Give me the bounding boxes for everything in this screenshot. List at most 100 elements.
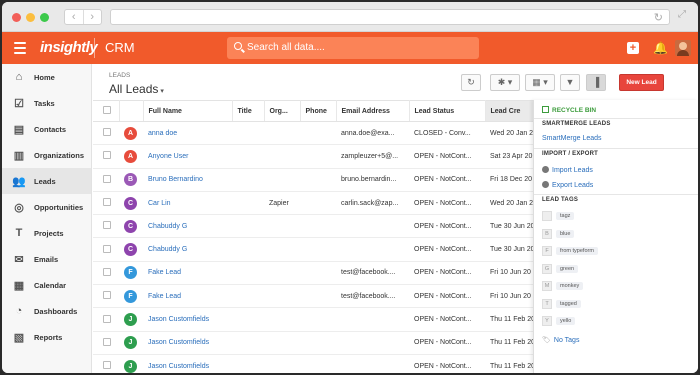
sidebar-item-label: Home: [34, 72, 55, 82]
global-search[interactable]: Search all data....: [227, 37, 479, 59]
row-checkbox[interactable]: [103, 337, 111, 346]
refresh-button[interactable]: ↻: [461, 74, 481, 91]
lead-name-link[interactable]: Fake Lead: [143, 284, 232, 309]
smartmerge-header: SMARTMERGE LEADS: [542, 121, 611, 127]
table-row[interactable]: C Chabuddy G OPEN - NotCont... Tue 30 Jun 2…: [93, 214, 533, 239]
column-header-phone[interactable]: Phone: [300, 100, 337, 122]
user-avatar[interactable]: [675, 40, 691, 56]
column-header-lead-created[interactable]: Lead Cre: [485, 100, 534, 122]
lead-name-link[interactable]: Bruno Bernardino: [143, 168, 232, 192]
view-selector[interactable]: All Leads ▾: [109, 82, 164, 96]
recycle-bin-link[interactable]: RECYCLE BIN: [542, 106, 596, 114]
table-row[interactable]: B Bruno Bernardino bruno.bernardin... OPEN …: [93, 168, 533, 192]
lead-name-link[interactable]: Car Lin: [143, 191, 232, 216]
smartmerge-leads-link[interactable]: SmartMerge Leads: [542, 135, 602, 142]
lead-name-link[interactable]: Chabuddy G: [143, 237, 232, 262]
lead-name-link[interactable]: Jason Customfields: [143, 331, 232, 355]
chevron-left-icon[interactable]: ‹: [65, 10, 84, 24]
sidebar-item-emails[interactable]: ✉ Emails: [2, 246, 91, 272]
chevron-right-icon[interactable]: ›: [84, 10, 102, 24]
sidebar-item-label: Calendar: [34, 280, 67, 290]
lead-tag-item[interactable]: Ffrom typeform: [542, 245, 598, 257]
table-row[interactable]: A Anyone User zampleuzer+5@... OPEN - NotCo…: [93, 144, 533, 169]
row-checkbox[interactable]: [103, 174, 111, 183]
row-checkbox[interactable]: [103, 128, 111, 137]
lead-name-link[interactable]: Jason Customfields: [143, 307, 232, 332]
row-checkbox[interactable]: [103, 198, 111, 207]
lead-name-link[interactable]: Anyone User: [143, 144, 232, 169]
lead-tag-item[interactable]: Ggreen: [542, 263, 579, 275]
column-header-full-name[interactable]: Full Name: [143, 100, 233, 122]
import-export-header: IMPORT / EXPORT: [542, 151, 599, 157]
row-checkbox[interactable]: [103, 361, 111, 370]
row-checkbox[interactable]: [103, 291, 111, 300]
settings-dropdown[interactable]: ✱ ▾: [490, 74, 520, 91]
no-tags-link[interactable]: 🏷 No Tags: [542, 336, 579, 344]
maximize-window-button[interactable]: [40, 13, 49, 22]
select-all-checkbox[interactable]: [103, 106, 111, 114]
table-row[interactable]: J Jason Customfields OPEN - NotCont... Thu …: [93, 331, 533, 355]
lead-tag-item[interactable]: Yyello: [542, 315, 576, 327]
lead-email-cell: bruno.bernardin...: [336, 168, 409, 192]
close-window-button[interactable]: [12, 13, 21, 22]
row-checkbox[interactable]: [103, 244, 111, 253]
columns-dropdown[interactable]: ▦ ▾: [525, 74, 555, 91]
add-new-icon[interactable]: +: [627, 42, 639, 54]
lead-name-link[interactable]: Fake Lead: [143, 261, 232, 286]
sidebar-item-dashboards[interactable]: ◔ Dashboards: [2, 298, 91, 324]
insightly-logo[interactable]: insightly: [40, 39, 98, 56]
tag-label: monkey: [556, 282, 584, 290]
sidebar-item-tasks[interactable]: ☑ Tasks: [2, 90, 91, 116]
divider: [534, 148, 698, 149]
lead-tag-item[interactable]: Mmonkey: [542, 280, 584, 292]
sidebar-item-home[interactable]: ⌂ Home: [2, 64, 91, 90]
lead-created-cell: Fri 10 Jun 20: [485, 261, 533, 286]
avatar-column-header: [119, 100, 144, 122]
sidebar-item-opportunities[interactable]: ◎ Opportunities: [2, 194, 91, 220]
filter-button[interactable]: ▼: [560, 74, 580, 91]
lead-tag-item[interactable]: tagz: [542, 210, 575, 222]
row-checkbox[interactable]: [103, 221, 111, 230]
avatar: A: [124, 126, 137, 140]
new-lead-button[interactable]: New Lead: [619, 74, 664, 91]
lead-tag-item[interactable]: Ttagged: [542, 298, 581, 310]
table-row[interactable]: J Jason Customfields OPEN - NotCont... Thu …: [93, 307, 533, 332]
row-checkbox[interactable]: [103, 314, 111, 323]
lead-tag-item[interactable]: Bblue: [542, 228, 575, 240]
sidebar-item-projects[interactable]: T Projects: [2, 220, 91, 246]
column-header-organization[interactable]: Org...: [264, 100, 301, 122]
import-leads-label: Import Leads: [552, 167, 593, 174]
lead-phone-cell: [300, 307, 336, 332]
lead-name-link[interactable]: anna doe: [143, 121, 232, 146]
avatar-cell: J: [119, 331, 143, 355]
search-placeholder: Search all data....: [247, 42, 325, 53]
bell-icon[interactable]: 🔔: [653, 41, 668, 55]
side-panel-toggle[interactable]: ▐: [586, 74, 606, 91]
row-checkbox[interactable]: [103, 267, 111, 276]
address-bar[interactable]: ↻: [110, 9, 670, 25]
minimize-window-button[interactable]: [26, 13, 35, 22]
reload-icon[interactable]: ↻: [654, 11, 663, 24]
expand-icon[interactable]: ⤢: [678, 9, 692, 25]
export-leads-link[interactable]: Export Leads: [542, 181, 593, 189]
sidebar-item-organizations[interactable]: ▥ Organizations: [2, 142, 91, 168]
column-header-title[interactable]: Title: [232, 100, 265, 122]
lead-status-cell: OPEN - NotCont...: [409, 307, 485, 332]
sidebar-item-leads[interactable]: 👥 Leads: [2, 168, 91, 194]
import-leads-link[interactable]: Import Leads: [542, 166, 593, 174]
lead-name-link[interactable]: Chabuddy G: [143, 214, 232, 239]
hamburger-menu-icon[interactable]: [14, 42, 26, 57]
lead-name-link[interactable]: Jason Customfields: [143, 354, 232, 373]
column-header-email[interactable]: Email Address: [336, 100, 410, 122]
sidebar-item-calendar[interactable]: ▦ Calendar: [2, 272, 91, 298]
column-header-lead-status[interactable]: Lead Status: [409, 100, 486, 122]
sidebar-item-reports[interactable]: ▧ Reports: [2, 324, 91, 350]
table-row[interactable]: C Car Lin Zapier carlin.sack@zap... OPEN - N…: [93, 191, 533, 216]
table-row[interactable]: C Chabuddy G OPEN - NotCont... Tue 30 Jun 2…: [93, 237, 533, 262]
table-row[interactable]: F Fake Lead test@facebook.... OPEN - NotCon…: [93, 261, 533, 286]
sidebar-item-contacts[interactable]: ▤ Contacts: [2, 116, 91, 142]
row-checkbox[interactable]: [103, 151, 111, 160]
table-row[interactable]: F Fake Lead test@facebook.... OPEN - NotCon…: [93, 284, 533, 309]
table-row[interactable]: J Jason Customfields OPEN - NotCont... Thu …: [93, 354, 533, 373]
table-row[interactable]: Aanna doe anna.doe@exa... CLOSED - Conv...…: [93, 121, 533, 146]
